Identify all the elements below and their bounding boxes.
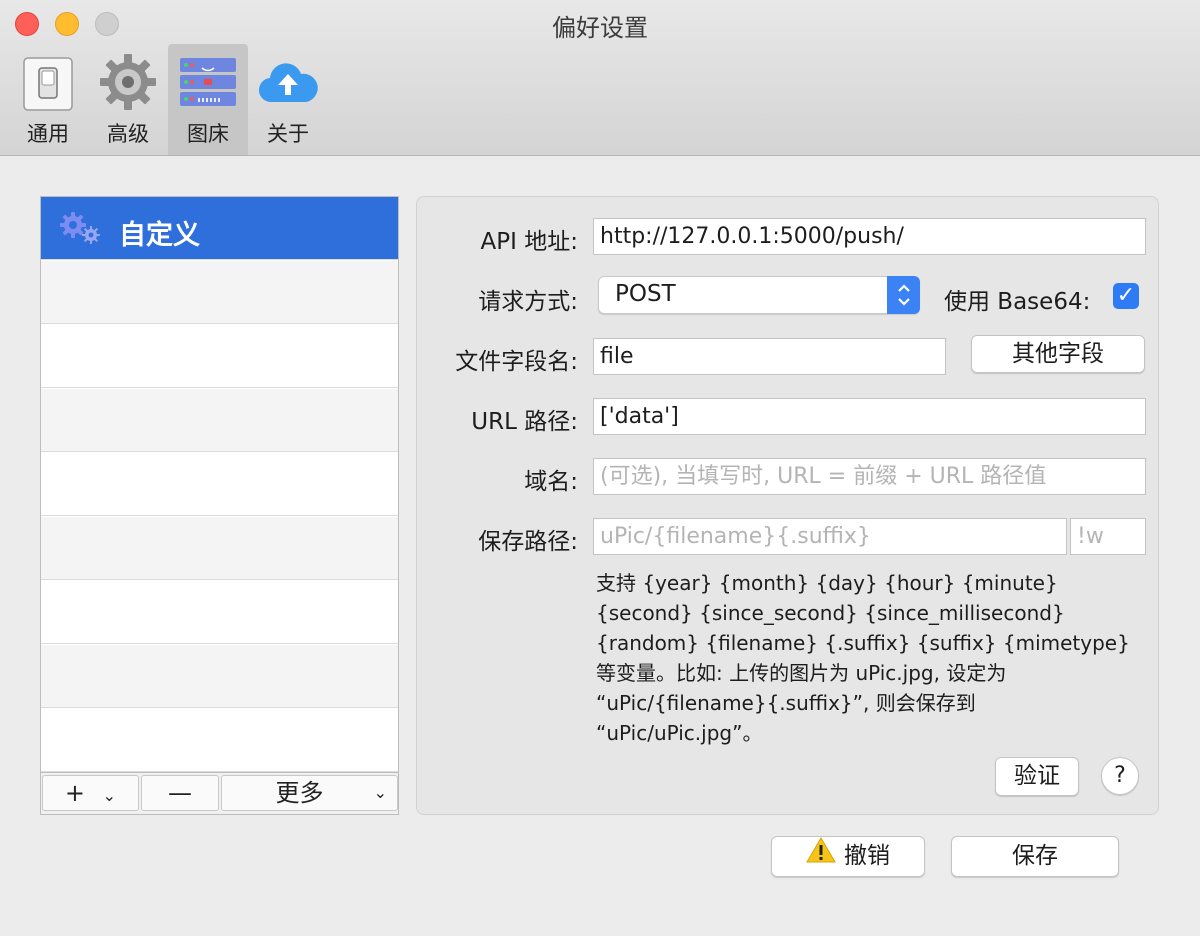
file-field-label: 文件字段名: [455,349,578,375]
suffix-input[interactable]: !w [1070,518,1146,555]
base64-label: 使用 Base64: [944,289,1091,315]
list-row-empty [41,325,398,388]
tab-general[interactable]: 通用 [8,44,88,155]
more-label: 更多 [275,779,324,807]
gears-icon [59,211,103,251]
tab-about[interactable]: 关于 [248,44,328,155]
revert-button[interactable]: 撤销 [771,836,925,877]
remove-label: — [168,779,192,807]
add-label: + [64,779,86,807]
chevron-down-icon: ⌄ [102,786,117,805]
chevron-down-icon: ⌄ [373,783,387,802]
more-button[interactable]: 更多 ⌄ [221,775,398,811]
url-path-label: URL 路径: [471,409,578,435]
list-footer: + ⌄ — 更多 ⌄ [41,772,398,814]
window-title: 偏好设置 [552,14,648,42]
list-row-empty [41,581,398,644]
remove-host-button[interactable]: — [141,775,219,811]
variables-help-text: 支持 {year} {month} {day} {hour} {minute} … [596,571,1130,745]
checkmark-icon: ✓ [1116,283,1136,308]
list-row-empty [41,389,398,452]
list-row-empty [41,645,398,708]
tab-label: 图床 [187,122,229,146]
list-row-empty [41,261,398,324]
revert-label: 撤销 [844,843,890,869]
server-icon [178,52,238,112]
api-url-input[interactable]: http://127.0.0.1:5000/push/ [593,218,1146,255]
api-url-label: API 地址: [480,229,578,255]
domain-label: 域名: [524,469,578,495]
tab-label: 关于 [267,122,309,146]
list-row-empty [41,709,398,772]
url-path-input[interactable]: ['data'] [593,398,1146,435]
help-button[interactable]: ? [1101,757,1139,795]
list-row-empty [41,453,398,516]
method-label: 请求方式: [478,289,578,315]
tab-advanced[interactable]: 高级 [88,44,168,155]
save-path-input[interactable]: uPic/{filename}{.suffix} [593,518,1067,555]
list-item-custom[interactable]: 自定义 [41,197,398,260]
image-host-list[interactable]: 自定义 + ⌄ — 更多 ⌄ [40,196,399,815]
method-value: POST [615,281,676,307]
save-path-label: 保存路径: [478,529,578,555]
file-field-input[interactable]: file [593,338,946,375]
add-host-button[interactable]: + ⌄ [42,775,139,811]
gear-icon [98,52,158,112]
base64-checkbox[interactable]: ✓ [1113,283,1139,309]
tab-label: 高级 [107,122,149,146]
switch-icon [18,52,78,112]
method-select[interactable]: POST [598,276,920,314]
updown-chevron-icon [887,276,920,314]
list-row-empty [41,517,398,580]
title-bar: 偏好设置 通用 高级 图床 关于 [0,0,1200,156]
other-fields-button[interactable]: 其他字段 [971,335,1145,373]
verify-button[interactable]: 验证 [995,757,1079,796]
list-item-label: 自定义 [119,220,200,251]
save-button[interactable]: 保存 [951,836,1119,877]
tab-label: 通用 [27,122,69,146]
cloud-upload-icon [258,52,318,112]
tab-image-host[interactable]: 图床 [168,44,248,155]
domain-input[interactable]: (可选), 当填写时, URL = 前缀 + URL 路径值 [593,458,1146,495]
warning-icon [806,837,836,876]
